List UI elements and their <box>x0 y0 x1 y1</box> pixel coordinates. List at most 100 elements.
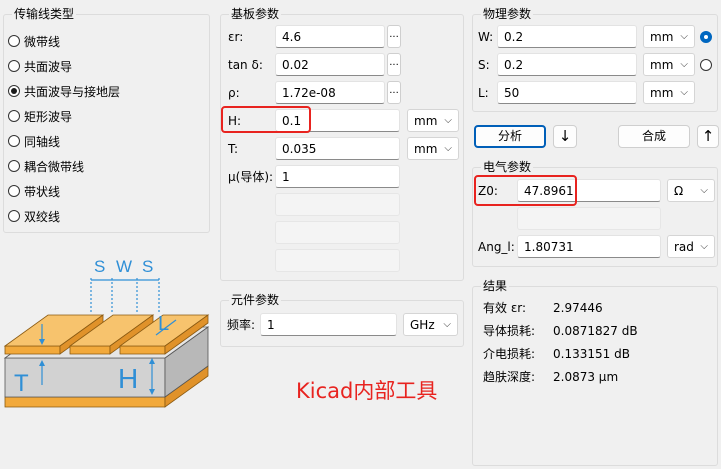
w-target-radio[interactable] <box>700 31 712 43</box>
empty-field-1 <box>275 193 400 216</box>
cpwg-diagram: S W S L T H <box>3 257 210 408</box>
ang-l-input[interactable]: 1.80731 <box>517 235 661 258</box>
chevron-down-icon: ⌵ <box>700 185 708 196</box>
w-unit-value: mm <box>650 30 674 44</box>
ang-l-unit-value: rad <box>674 240 694 254</box>
electrical-title: 电气参数 <box>481 159 534 175</box>
result-value: 2.0873 μm <box>553 370 619 384</box>
physical-title: 物理参数 <box>481 6 534 22</box>
chevron-down-icon: ⌵ <box>444 115 452 126</box>
z0-unit-select[interactable]: Ω ⌵ <box>667 179 715 202</box>
radio-button[interactable] <box>8 160 20 172</box>
t-input[interactable]: 0.035 <box>275 137 400 160</box>
radio-button[interactable] <box>8 210 20 222</box>
chevron-down-icon: ⌵ <box>680 59 688 70</box>
empty-field-2 <box>275 221 400 244</box>
s-target-radio[interactable] <box>700 59 712 71</box>
line-type-option-label: 耦合微带线 <box>24 159 85 174</box>
w-unit-select[interactable]: mm ⌵ <box>643 25 695 48</box>
line-type-option[interactable]: 微带线 <box>8 32 60 50</box>
radio-button[interactable] <box>8 135 20 147</box>
l-label: L: <box>478 86 489 100</box>
t-unit-value: mm <box>414 142 438 156</box>
tan-delta-label: tan δ: <box>228 58 263 72</box>
er-browse-button[interactable]: ... <box>387 25 401 48</box>
w-label: W: <box>478 30 494 44</box>
t-unit-select[interactable]: mm ⌵ <box>407 137 459 160</box>
results-title: 结果 <box>481 278 510 294</box>
analyze-arrow-button[interactable]: ↓ <box>553 125 577 148</box>
mu-label: μ(导体): <box>228 170 274 184</box>
l-unit-select[interactable]: mm ⌵ <box>643 81 695 104</box>
empty-field-3 <box>275 249 400 272</box>
substrate-title: 基板参数 <box>229 6 282 22</box>
annotation-text: Kicad内部工具 <box>296 379 438 403</box>
l-input[interactable]: 50 <box>497 81 637 104</box>
h-dim-label: H <box>118 363 138 394</box>
z0-unit-value: Ω <box>674 184 684 198</box>
line-type-option-label: 同轴线 <box>24 134 61 149</box>
chevron-down-icon: ⌵ <box>444 143 452 154</box>
l-unit-value: mm <box>650 86 674 100</box>
frequency-unit-select[interactable]: GHz ⌵ <box>403 313 458 336</box>
line-type-option-label: 微带线 <box>24 34 61 49</box>
radio-button[interactable] <box>8 110 20 122</box>
line-type-option-label: 共面波导与接地层 <box>24 84 121 99</box>
tan-delta-browse-button[interactable]: ... <box>387 53 401 76</box>
line-type-option[interactable]: 带状线 <box>8 182 60 200</box>
w-input[interactable]: 0.2 <box>497 25 637 48</box>
s-label: S: <box>478 58 490 72</box>
frequency-label: 频率: <box>227 318 256 332</box>
mu-input[interactable]: 1 <box>275 165 400 188</box>
line-type-option[interactable]: 同轴线 <box>8 132 60 150</box>
chevron-down-icon: ⌵ <box>680 31 688 42</box>
frequency-input[interactable]: 1 <box>260 313 397 336</box>
s-dim-label-right: S <box>142 257 153 276</box>
analyze-button[interactable]: 分析 <box>474 125 546 148</box>
electrical-empty-field <box>517 207 661 230</box>
w-dim-label: W <box>116 257 132 276</box>
line-type-title: 传输线类型 <box>12 6 77 22</box>
result-value: 0.133151 dB <box>553 347 630 361</box>
component-title: 元件参数 <box>229 292 282 308</box>
result-label: 导体损耗: <box>483 324 536 338</box>
z0-highlight-box <box>474 175 577 206</box>
chevron-down-icon: ⌵ <box>680 87 688 98</box>
synthesize-button[interactable]: 合成 <box>618 125 690 148</box>
ang-l-unit-select[interactable]: rad ⌵ <box>667 235 715 258</box>
s-dim-label-left: S <box>94 257 105 276</box>
result-value: 2.97446 <box>553 301 603 315</box>
down-arrow-icon: ↓ <box>558 127 572 145</box>
l-dim-label: L <box>158 313 169 335</box>
chevron-down-icon: ⌵ <box>443 319 451 330</box>
rho-label: ρ: <box>228 86 240 100</box>
line-type-option[interactable]: 耦合微带线 <box>8 157 84 175</box>
radio-button[interactable] <box>8 60 20 72</box>
radio-button[interactable] <box>8 85 20 97</box>
ground-plane <box>4 396 166 408</box>
s-unit-value: mm <box>650 58 674 72</box>
line-type-option[interactable]: 矩形波导 <box>8 107 72 125</box>
radio-button[interactable] <box>8 185 20 197</box>
result-value: 0.0871827 dB <box>553 324 638 338</box>
line-type-option[interactable]: 共面波导 <box>8 57 72 75</box>
h-unit-select[interactable]: mm ⌵ <box>407 109 459 132</box>
s-unit-select[interactable]: mm ⌵ <box>643 53 695 76</box>
result-label: 趋肤深度: <box>483 370 536 384</box>
result-label: 介电损耗: <box>483 347 536 361</box>
rho-input[interactable]: 1.72e-08 <box>275 81 385 104</box>
result-label: 有效 εr: <box>483 301 527 315</box>
er-label: εr: <box>228 30 244 44</box>
er-input[interactable]: 4.6 <box>275 25 385 48</box>
s-input[interactable]: 0.2 <box>497 53 637 76</box>
line-type-option[interactable]: 双绞线 <box>8 207 60 225</box>
top-ground-left <box>4 345 61 355</box>
radio-button[interactable] <box>8 35 20 47</box>
up-arrow-icon: ↑ <box>701 127 715 145</box>
h-unit-value: mm <box>414 114 438 128</box>
synthesize-arrow-button[interactable]: ↑ <box>697 125 719 148</box>
substrate-block <box>4 357 166 398</box>
line-type-option[interactable]: 共面波导与接地层 <box>8 82 120 100</box>
rho-browse-button[interactable]: ... <box>387 81 401 104</box>
tan-delta-input[interactable]: 0.02 <box>275 53 385 76</box>
